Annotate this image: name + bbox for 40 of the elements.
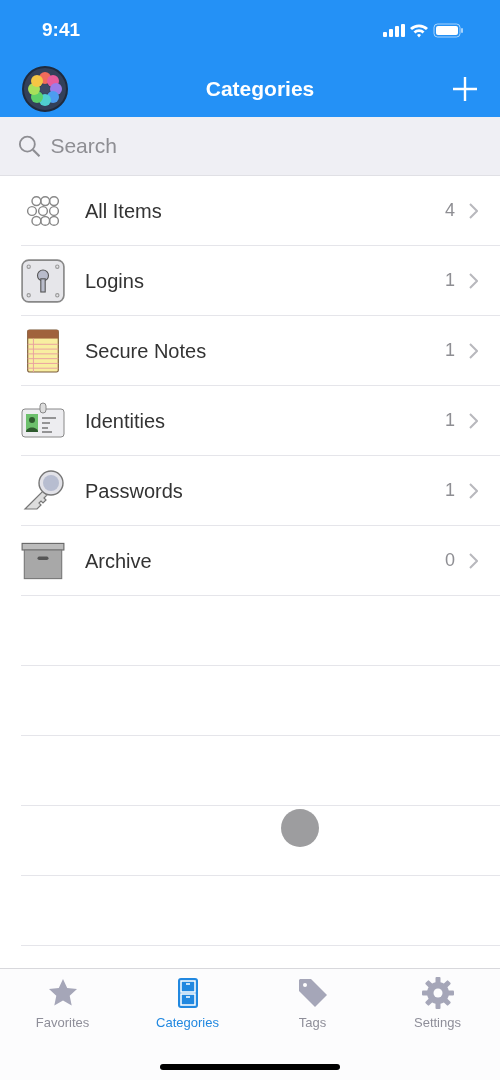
chevron-icon	[469, 482, 478, 499]
search-input[interactable]: Search	[48, 129, 482, 163]
screen-title: Categories	[205, 75, 315, 102]
signal-icon	[383, 23, 405, 37]
chevron-icon	[469, 412, 478, 429]
category-label: All Items	[85, 198, 163, 224]
category-row[interactable]: Passwords 1	[21, 456, 500, 526]
category-label: Logins	[85, 268, 145, 294]
battery-icon	[433, 22, 464, 38]
category-row[interactable]: Logins 1	[21, 246, 500, 316]
gear-icon	[421, 977, 454, 1009]
item-count: 1	[445, 479, 455, 502]
keyhole-icon	[21, 258, 65, 303]
item-count: 0	[445, 549, 455, 572]
category-row[interactable]: Archive 0	[21, 526, 500, 596]
category-row[interactable]: Identities 1	[21, 386, 500, 456]
status-time: 9:41	[42, 17, 81, 42]
item-count: 4	[445, 199, 455, 222]
chevron-icon	[469, 202, 478, 219]
tab-button[interactable]: Categories	[125, 969, 250, 1033]
chevron-icon	[469, 552, 478, 569]
touch-indicator	[281, 809, 319, 847]
key-icon	[21, 468, 65, 513]
add-icon[interactable]	[452, 75, 478, 102]
category-label: Identities	[85, 408, 167, 434]
wifi-icon	[409, 22, 429, 38]
search-icon	[18, 134, 41, 158]
item-count: 1	[445, 409, 455, 432]
category-label: Passwords	[85, 478, 184, 504]
tag-icon	[296, 977, 329, 1009]
category-label: Secure Notes	[85, 338, 208, 364]
chevron-icon	[469, 272, 478, 289]
chevron-icon	[469, 342, 478, 359]
app-logo-icon[interactable]	[22, 65, 68, 112]
item-count: 1	[445, 269, 455, 292]
search-field[interactable]: Search	[0, 117, 500, 176]
category-label: Archive	[85, 548, 153, 574]
item-count: 1	[445, 339, 455, 362]
category-row[interactable]: Secure Notes 1	[21, 316, 500, 386]
category-row[interactable]: All Items 4	[21, 176, 500, 246]
